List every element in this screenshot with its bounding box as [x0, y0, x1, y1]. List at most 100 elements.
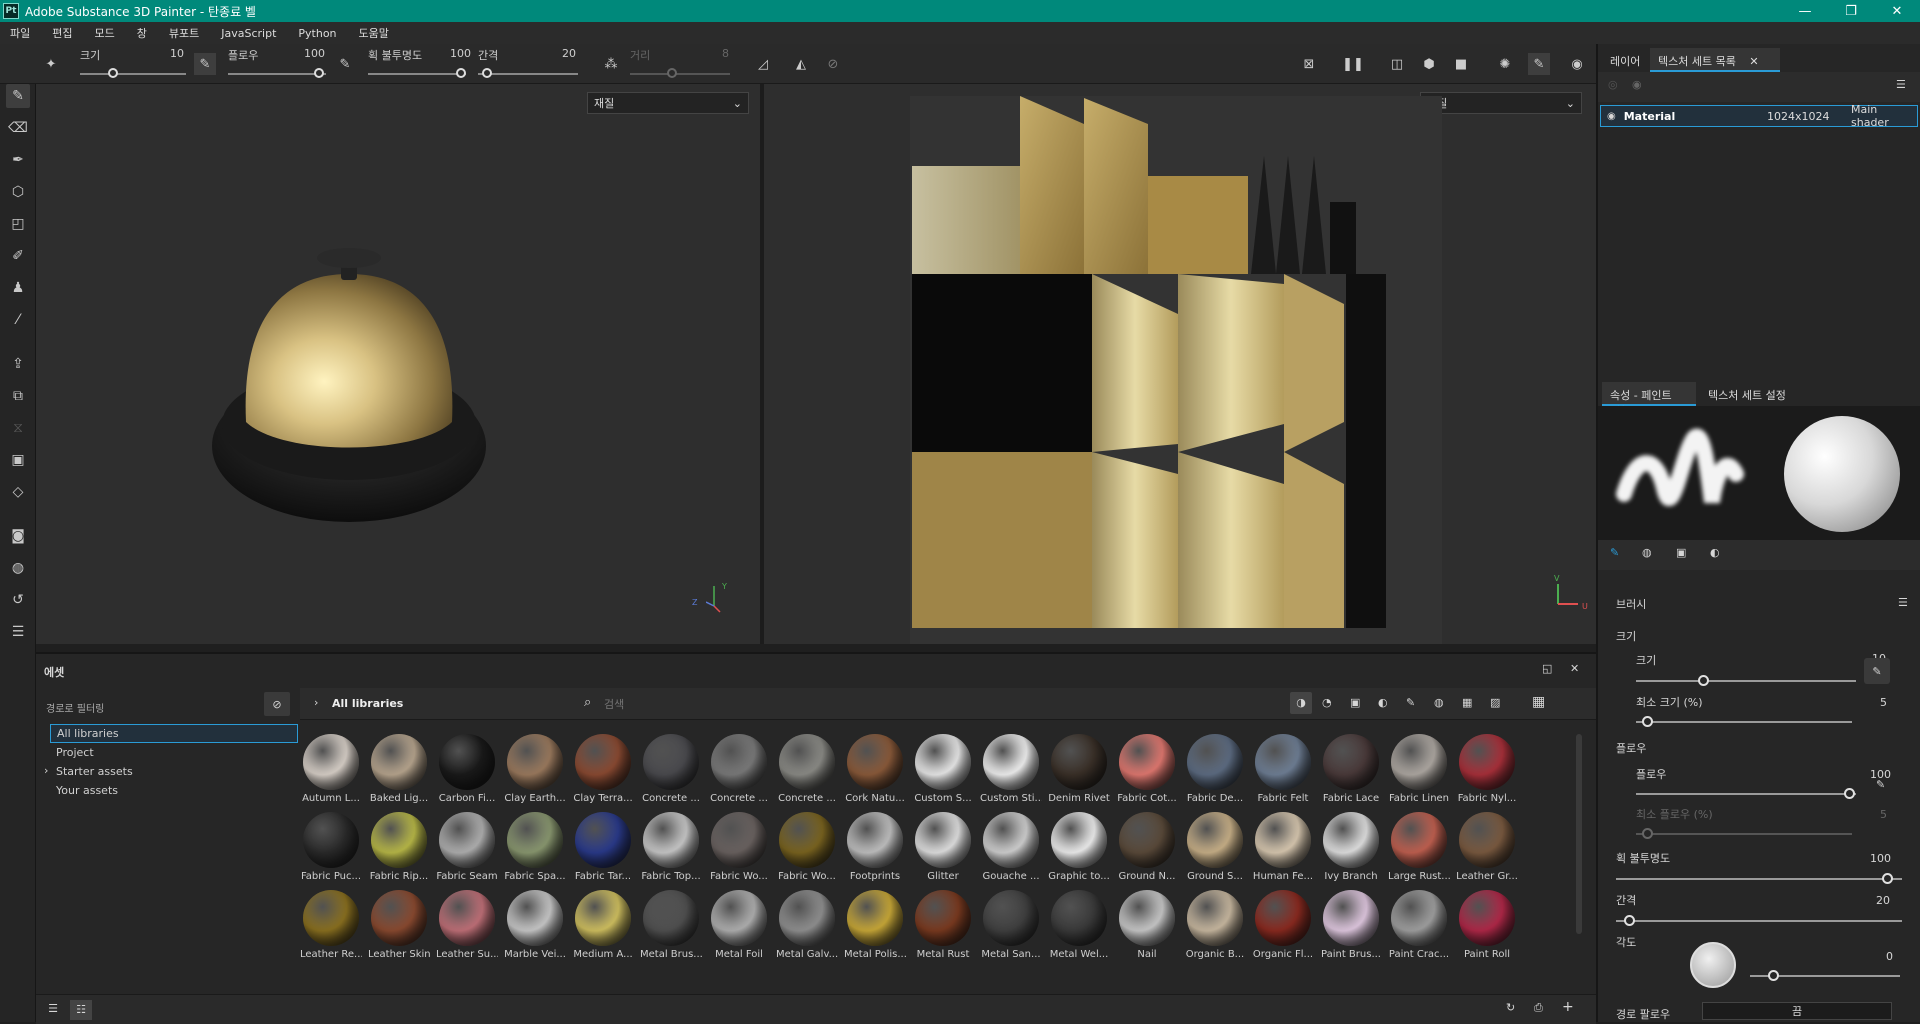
filter-alphas-icon[interactable]: ◍ [1434, 696, 1444, 709]
asset-item[interactable]: Fabric De... [1184, 734, 1246, 808]
angle-dial[interactable] [1690, 942, 1736, 988]
asset-scrollbar[interactable] [1576, 734, 1582, 934]
hide-filter-icon[interactable]: ⊘ [264, 692, 290, 716]
bake-icon[interactable]: ⧉ [6, 384, 30, 408]
min-size-slider[interactable] [1636, 721, 1852, 723]
asset-item[interactable]: Denim Rivet [1048, 734, 1110, 808]
asset-item[interactable]: Fabric Seam [436, 812, 498, 886]
asset-item[interactable]: Leather Su... [436, 890, 498, 964]
flow-slider[interactable] [1636, 793, 1856, 795]
texture-set-icon[interactable]: ◇ [6, 480, 30, 504]
pause-icon[interactable]: ❚❚ [1342, 53, 1364, 75]
tb-spacing-knob[interactable] [482, 68, 492, 78]
asset-item[interactable]: Autumn L... [300, 734, 362, 808]
tree-starter-assets[interactable]: Starter assets [56, 765, 133, 778]
brush-preset-icon[interactable]: ✦ [40, 53, 62, 75]
asset-item[interactable]: Custom Sti... [980, 734, 1042, 808]
tb-opacity-knob[interactable] [456, 68, 466, 78]
eraser-icon[interactable]: ⌫ [6, 116, 30, 140]
asset-item[interactable]: Fabric Spa... [504, 812, 566, 886]
tb-opacity-slider[interactable] [368, 73, 466, 75]
clone-stamp-icon[interactable]: ♟ [6, 276, 30, 300]
list-view-icon[interactable]: ☰ [42, 1002, 64, 1020]
import-icon[interactable]: ⎙ [1534, 1001, 1543, 1015]
asset-item[interactable]: Metal Polis... [844, 890, 906, 964]
hide-icon[interactable]: ⊠ [1298, 53, 1320, 75]
texture-set-row[interactable]: ◉ Material 1024x1024 Main shader [1600, 103, 1918, 129]
polygon-fill-icon[interactable]: ⬡ [6, 180, 30, 204]
tab-properties-paint[interactable]: 속성 - 페인트 ✕ [1602, 382, 1696, 416]
asset-item[interactable]: Fabric Nyl... [1456, 734, 1518, 808]
asset-item[interactable]: Nail [1116, 890, 1178, 964]
export-icon[interactable]: ⇪ [6, 352, 30, 376]
path-flow-select[interactable]: 끔 [1702, 1002, 1892, 1020]
hourglass-icon[interactable]: ⧖ [6, 416, 30, 440]
asset-item[interactable]: Leather Skin [368, 890, 430, 964]
flow-pen-icon[interactable]: ✎ [334, 53, 356, 75]
menu-icon[interactable]: ☰ [1896, 78, 1906, 91]
tree-your-assets[interactable]: Your assets [56, 784, 118, 797]
size-slider[interactable] [1636, 680, 1856, 682]
asset-item[interactable]: Fabric Puc... [300, 812, 362, 886]
asset-item[interactable]: Carbon Fi... [436, 734, 498, 808]
tree-starter-assets-chevron[interactable]: › [44, 764, 48, 777]
geometry-mask-icon[interactable]: ◰ [6, 212, 30, 236]
tb-flow-knob[interactable] [314, 68, 324, 78]
asset-item[interactable]: Metal Brus... [640, 890, 702, 964]
color-picker-icon[interactable]: ⁄ [6, 308, 30, 332]
filter-environments-icon[interactable]: ▨ [1490, 696, 1500, 709]
asset-item[interactable]: Gouache ... [980, 812, 1042, 886]
flow-pressure-icon[interactable]: ✎ [1876, 778, 1885, 791]
asset-item[interactable]: Baked Lig... [368, 734, 430, 808]
asset-item[interactable]: Fabric Cot... [1116, 734, 1178, 808]
breadcrumb-chevron-icon[interactable]: › [314, 696, 318, 709]
filter-materials-icon[interactable]: ◑ [1290, 692, 1312, 714]
asset-item[interactable]: Fabric Wo... [776, 812, 838, 886]
asset-item[interactable]: Graphic to... [1048, 812, 1110, 886]
screenshot-icon[interactable]: ◉ [1566, 53, 1588, 75]
asset-item[interactable]: Metal Galv... [776, 890, 838, 964]
asset-item[interactable]: Fabric Wo... [708, 812, 770, 886]
eye-off-icon[interactable]: ◎ [1608, 78, 1618, 91]
alpha-tab-icon[interactable]: ◍ [1642, 546, 1652, 559]
display-settings-icon[interactable]: ▣ [6, 448, 30, 472]
angle-slider-knob[interactable] [1768, 970, 1779, 981]
viewport-split-icon[interactable]: ◫ [1386, 53, 1408, 75]
filter-brushes-icon[interactable]: ✎ [1406, 696, 1415, 709]
brush-menu-icon[interactable]: ☰ [1898, 596, 1908, 609]
tb-size-slider[interactable] [80, 73, 186, 75]
shader-icon[interactable]: ◍ [6, 556, 30, 580]
history-icon[interactable]: ↺ [6, 588, 30, 612]
asset-item[interactable]: Paint Brus... [1320, 890, 1382, 964]
camera-icon[interactable]: ◙ [6, 524, 30, 548]
brush-tab-icon[interactable]: ✎ [1610, 546, 1619, 559]
lazy-mouse-icon[interactable]: ⁂ [600, 53, 622, 75]
asset-item[interactable]: Organic B... [1184, 890, 1246, 964]
asset-item[interactable]: Human Fe... [1252, 812, 1314, 886]
menu-window[interactable]: 창 [137, 25, 147, 41]
size-pressure-icon[interactable]: ✎ [1864, 658, 1890, 684]
asset-item[interactable]: Concrete ... [776, 734, 838, 808]
tree-project[interactable]: Project [56, 746, 94, 759]
tb-distance-slider[interactable] [630, 73, 730, 75]
stencil-tab-icon[interactable]: ▣ [1676, 546, 1686, 559]
symmetry-off-icon[interactable]: ⊘ [822, 53, 844, 75]
tb-distance-knob[interactable] [667, 68, 677, 78]
asset-item[interactable]: Metal Rust [912, 890, 974, 964]
asset-item[interactable]: Ground S... [1184, 812, 1246, 886]
asset-item[interactable]: Clay Terra... [572, 734, 634, 808]
refresh-icon[interactable]: ↻ [1506, 1001, 1515, 1014]
asset-item[interactable]: Cork Natu... [844, 734, 906, 808]
close-panel-icon[interactable]: ✕ [1570, 662, 1579, 675]
asset-item[interactable]: Glitter [912, 812, 974, 886]
tab-texture-set-list[interactable]: 텍스처 세트 목록 ✕ [1650, 48, 1780, 72]
asset-item[interactable]: Fabric Rip... [368, 812, 430, 886]
eye-icon[interactable]: ◉ [1632, 78, 1642, 91]
asset-item[interactable]: Fabric Lace [1320, 734, 1382, 808]
smudge-icon[interactable]: ✐ [6, 244, 30, 268]
tb-size-knob[interactable] [108, 68, 118, 78]
environment-icon[interactable]: ✺ [1494, 53, 1516, 75]
grid-view-icon[interactable]: ▦ [1532, 694, 1545, 710]
spacing-slider-knob[interactable] [1624, 915, 1635, 926]
menu-python[interactable]: Python [298, 27, 336, 40]
